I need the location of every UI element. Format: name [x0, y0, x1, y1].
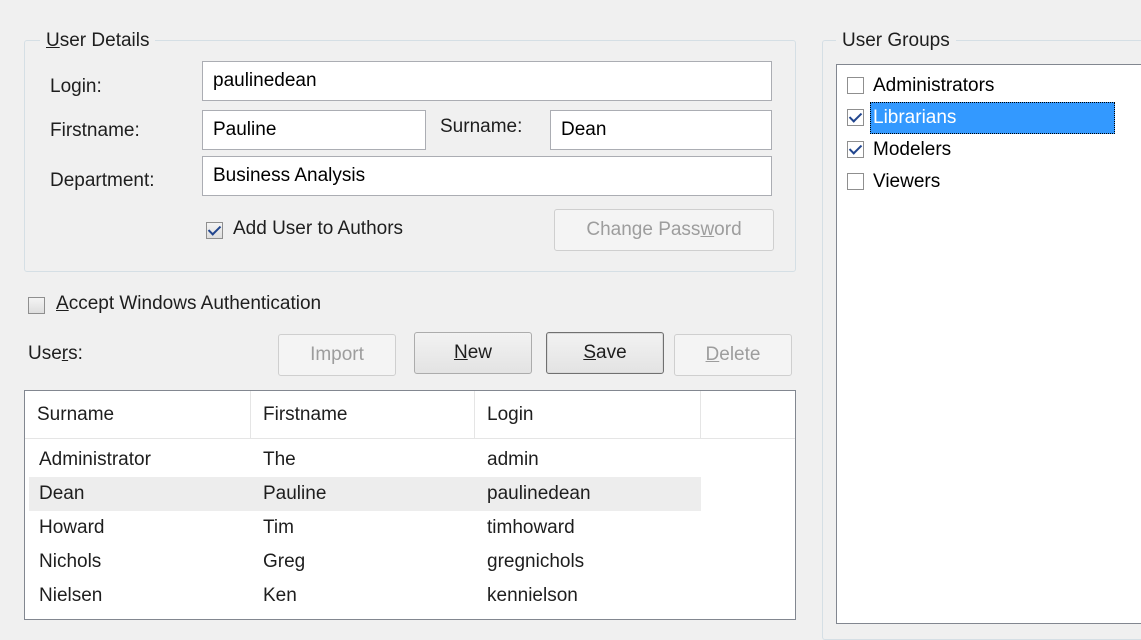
table-row-selected[interactable]: Dean Pauline paulinedean [25, 477, 795, 511]
login-label: Login: [50, 76, 102, 97]
column-header-login[interactable]: Login [475, 391, 701, 439]
users-table[interactable]: Surname Firstname Login Administrator Th… [24, 390, 796, 620]
save-button[interactable]: Save [546, 332, 664, 374]
surname-label: Surname: [440, 116, 523, 137]
cell-firstname: The [263, 449, 296, 470]
add-to-authors-checkbox[interactable] [206, 222, 223, 239]
surname-field[interactable]: Dean [550, 110, 772, 150]
department-field[interactable]: Business Analysis [202, 156, 772, 196]
delete-button[interactable]: Delete [674, 334, 792, 376]
cell-surname: Nielsen [39, 585, 103, 606]
group-item-librarians[interactable]: Librarians [837, 102, 1141, 134]
group-item-modelers[interactable]: Modelers [837, 134, 1141, 166]
windows-auth-label[interactable]: Accept Windows Authentication [56, 293, 321, 315]
import-button[interactable]: Import [278, 334, 396, 376]
table-row[interactable]: Nielsen Ken kennielson [25, 579, 795, 613]
cell-login: admin [487, 449, 539, 470]
cell-firstname: Greg [263, 551, 306, 572]
cell-surname: Dean [39, 483, 85, 504]
cell-surname: Howard [39, 517, 105, 538]
user-groups-title: User Groups [836, 28, 956, 54]
column-header-firstname[interactable]: Firstname [251, 391, 475, 439]
group-checkbox[interactable] [847, 141, 864, 158]
cell-login: gregnichols [487, 551, 585, 572]
column-header-surname[interactable]: Surname [25, 391, 251, 439]
firstname-label: Firstname: [50, 120, 140, 141]
table-row[interactable]: Administrator The admin [25, 443, 795, 477]
department-label: Department: [50, 170, 155, 191]
group-checkbox[interactable] [847, 173, 864, 190]
cell-firstname: Tim [263, 517, 294, 538]
group-label: Viewers [873, 171, 941, 192]
group-checkbox[interactable] [847, 109, 864, 126]
cell-login: kennielson [487, 585, 578, 606]
user-groups-list[interactable]: Administrators Librarians Modelers Viewe… [836, 64, 1141, 624]
cell-surname: Nichols [39, 551, 102, 572]
group-item-viewers[interactable]: Viewers [837, 166, 1141, 198]
firstname-field[interactable]: Pauline [202, 110, 426, 150]
user-details-title: User Details [40, 28, 156, 54]
group-label: Modelers [873, 139, 952, 160]
cell-surname: Administrator [39, 449, 151, 470]
group-item-administrators[interactable]: Administrators [837, 70, 1141, 102]
login-field[interactable]: paulinedean [202, 61, 772, 101]
new-button[interactable]: New [414, 332, 532, 374]
table-row[interactable]: Nichols Greg gregnichols [25, 545, 795, 579]
group-label: Administrators [873, 75, 995, 96]
table-row[interactable]: Howard Tim timhoward [25, 511, 795, 545]
cell-firstname: Ken [263, 585, 297, 606]
group-checkbox[interactable] [847, 77, 864, 94]
cell-login: paulinedean [487, 483, 591, 504]
users-label: Users: [28, 343, 83, 364]
windows-auth-checkbox[interactable] [28, 297, 45, 314]
group-label: Librarians [870, 102, 1115, 134]
cell-login: timhoward [487, 517, 575, 538]
users-table-header: Surname Firstname Login [25, 391, 795, 439]
add-to-authors-label[interactable]: Add User to Authors [233, 218, 403, 240]
change-password-button[interactable]: Change Password [554, 209, 774, 251]
cell-firstname: Pauline [263, 483, 327, 504]
